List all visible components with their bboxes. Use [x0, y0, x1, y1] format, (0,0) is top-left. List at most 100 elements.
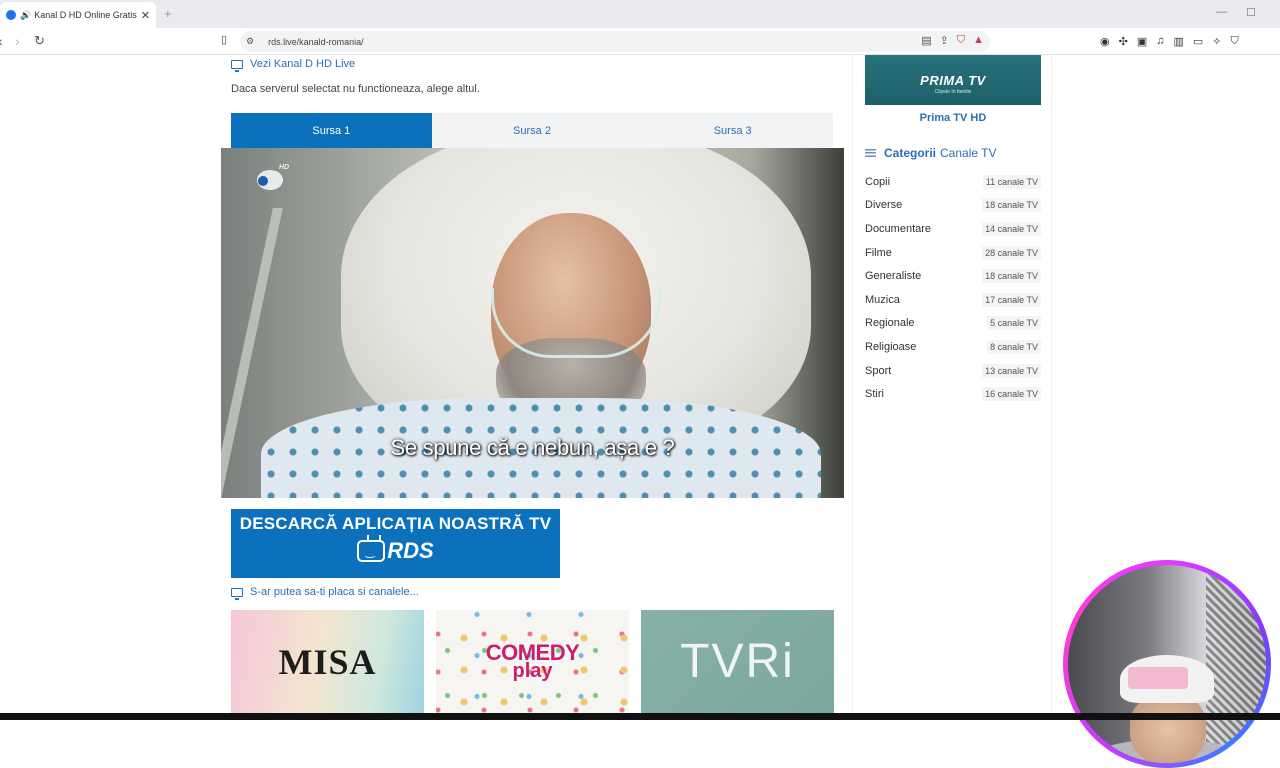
category-row[interactable]: Documentare 14 canale TV: [865, 217, 1041, 241]
address-bar[interactable]: ⚙ rds.live/kanald-romania/ ▤ ⇪ ⛉ ▲: [240, 31, 990, 52]
category-count: 11 canale TV: [982, 174, 1041, 189]
channel-thumb-comedy-play[interactable]: COMEDY play: [436, 610, 629, 713]
category-row[interactable]: Diverse 18 canale TV: [865, 194, 1041, 218]
browser-tab[interactable]: 🔊 Kanal D HD Online Gratis - RDS ✕: [0, 2, 156, 28]
categories-list: Copii 11 canale TV Diverse 18 canale TV Do…: [865, 170, 1041, 406]
category-count: 13 canale TV: [982, 363, 1041, 378]
channel-thumbnails: MISA COMEDY play TVRi: [231, 610, 834, 713]
url-text[interactable]: rds.live/kanald-romania/: [268, 37, 364, 47]
prima-tv-logo[interactable]: PRIMA TV Clipele în familie: [865, 55, 1041, 105]
site-info-icon[interactable]: ⚙: [246, 36, 254, 47]
wallet-icon[interactable]: ▭: [1193, 35, 1203, 48]
category-row[interactable]: Copii 11 canale TV: [865, 170, 1041, 194]
category-count: 17 canale TV: [982, 292, 1041, 307]
extensions-bar: ◉ ✣ ▣ ♫ ▥ ▭ ✧ ⛉: [1100, 35, 1239, 48]
category-row[interactable]: Religioase 8 canale TV: [865, 335, 1041, 359]
category-name[interactable]: Regionale: [865, 317, 915, 329]
tv-icon: [357, 540, 386, 562]
back-icon[interactable]: ‹: [0, 33, 3, 49]
category-name[interactable]: Stiri: [865, 388, 884, 400]
browser-tab-strip: 🔊 Kanal D HD Online Gratis - RDS ✕ + — ☐: [0, 0, 1280, 28]
share-icon[interactable]: ⇪: [940, 34, 949, 47]
category-name[interactable]: Muzica: [865, 294, 900, 306]
brave-rewards-icon[interactable]: ▲: [973, 34, 984, 47]
category-row[interactable]: Generaliste 18 canale TV: [865, 264, 1041, 288]
prima-tv-link[interactable]: Prima TV HD: [865, 112, 1041, 124]
webcam-feed: [1068, 565, 1266, 763]
tab-sursa-1[interactable]: Sursa 1: [231, 113, 432, 148]
rds-logo: RDS: [231, 538, 560, 564]
category-row[interactable]: Stiri 16 canale TV: [865, 382, 1041, 406]
maximize-button[interactable]: ☐: [1246, 6, 1256, 19]
category-name[interactable]: Copii: [865, 176, 890, 188]
sidebar: PRIMA TV Clipele în familie Prima TV HD …: [865, 55, 1041, 406]
list-icon: [865, 149, 876, 157]
reader-icon[interactable]: ▤: [921, 34, 931, 47]
new-tab-button[interactable]: +: [164, 6, 172, 21]
thumb-label-line2: play: [512, 660, 553, 683]
source-tabs: Sursa 1 Sursa 2 Sursa 3: [231, 113, 833, 148]
category-count: 28 canale TV: [982, 245, 1041, 260]
category-row[interactable]: Sport 13 canale TV: [865, 359, 1041, 383]
tab-title: Kanal D HD Online Gratis - RDS: [34, 10, 137, 20]
category-name[interactable]: Documentare: [865, 223, 931, 235]
monitor-icon: [231, 587, 243, 600]
brave-shield-icon[interactable]: ⛉: [957, 34, 965, 47]
channel-thumb-tvri[interactable]: TVRi: [641, 610, 834, 713]
rds-brand: RDS: [387, 538, 434, 563]
puzzle-icon[interactable]: ✣: [1119, 35, 1128, 48]
category-name[interactable]: Diverse: [865, 199, 902, 211]
tab-close-icon[interactable]: ✕: [141, 9, 150, 22]
category-count: 14 canale TV: [982, 221, 1041, 236]
category-count: 18 canale TV: [982, 198, 1041, 213]
bookmark-icon[interactable]: ▯: [221, 33, 227, 46]
music-icon[interactable]: ♫: [1156, 35, 1164, 48]
thumb-label: TVRi: [680, 635, 795, 688]
channel-thumb-misa[interactable]: MISA: [231, 610, 424, 713]
media-icon[interactable]: ▣: [1137, 35, 1147, 48]
category-name[interactable]: Sport: [865, 365, 891, 377]
category-row[interactable]: Muzica 17 canale TV: [865, 288, 1041, 312]
browser-toolbar: ‹ › ↻ ▯ ⚙ rds.live/kanald-romania/ ▤ ⇪ ⛉…: [0, 28, 1280, 55]
download-app-banner[interactable]: DESCARCĂ APLICAȚIA NOASTRĂ TV RDS: [231, 509, 560, 578]
category-name[interactable]: Filme: [865, 247, 892, 259]
watch-heading: Vezi Kanal D HD Live: [231, 58, 356, 72]
leo-icon[interactable]: ✧: [1212, 35, 1221, 48]
server-note: Daca serverul selectat nu functioneaza, …: [231, 83, 480, 95]
extension-icon[interactable]: ◉: [1100, 35, 1110, 48]
categories-heading: Categorii Canale TV: [865, 146, 1041, 160]
category-row[interactable]: Regionale 5 canale TV: [865, 312, 1041, 336]
site-favicon-icon: [6, 10, 16, 20]
category-name[interactable]: Generaliste: [865, 270, 921, 282]
kanal-d-logo-icon: HD: [255, 164, 289, 194]
video-player[interactable]: HD Se spune că e nebun, așa e ?: [221, 148, 844, 498]
vpn-icon[interactable]: ⛉: [1231, 35, 1239, 48]
video-subtitle: Se spune că e nebun, așa e ?: [390, 435, 675, 460]
prima-tv-logo-text: PRIMA TV: [920, 73, 986, 88]
page-content: Vezi Kanal D HD Live Daca serverul selec…: [0, 55, 1280, 768]
may-like-heading: S-ar putea sa-ti placa si canalele...: [231, 586, 419, 600]
category-count: 18 canale TV: [982, 269, 1041, 284]
watch-heading-text: Vezi Kanal D HD Live: [250, 58, 356, 70]
reload-icon[interactable]: ↻: [34, 33, 45, 49]
forward-icon[interactable]: ›: [15, 33, 20, 49]
may-like-heading-text: S-ar putea sa-ti placa si canalele...: [250, 586, 419, 598]
audio-playing-icon[interactable]: 🔊: [20, 10, 31, 21]
prima-tv-logo-sub: Clipele în familie: [934, 89, 972, 95]
category-name[interactable]: Religioase: [865, 341, 916, 353]
sidebar-icon[interactable]: ▥: [1173, 35, 1183, 48]
category-count: 8 canale TV: [987, 339, 1041, 354]
monitor-icon: [231, 59, 243, 72]
tab-sursa-3[interactable]: Sursa 3: [632, 113, 833, 148]
taskbar-strip: [0, 713, 1280, 720]
main-column: Vezi Kanal D HD Live Daca serverul selec…: [221, 55, 846, 713]
minimize-button[interactable]: —: [1216, 6, 1227, 18]
categories-heading-bold: Categorii: [884, 146, 937, 160]
webcam-overlay: [1063, 560, 1271, 768]
category-count: 5 canale TV: [987, 316, 1041, 331]
category-count: 16 canale TV: [982, 387, 1041, 402]
tab-sursa-2[interactable]: Sursa 2: [432, 113, 633, 148]
categories-heading-rest: Canale TV: [940, 146, 997, 160]
category-row[interactable]: Filme 28 canale TV: [865, 241, 1041, 265]
banner-title: DESCARCĂ APLICAȚIA NOASTRĂ TV: [239, 514, 552, 533]
